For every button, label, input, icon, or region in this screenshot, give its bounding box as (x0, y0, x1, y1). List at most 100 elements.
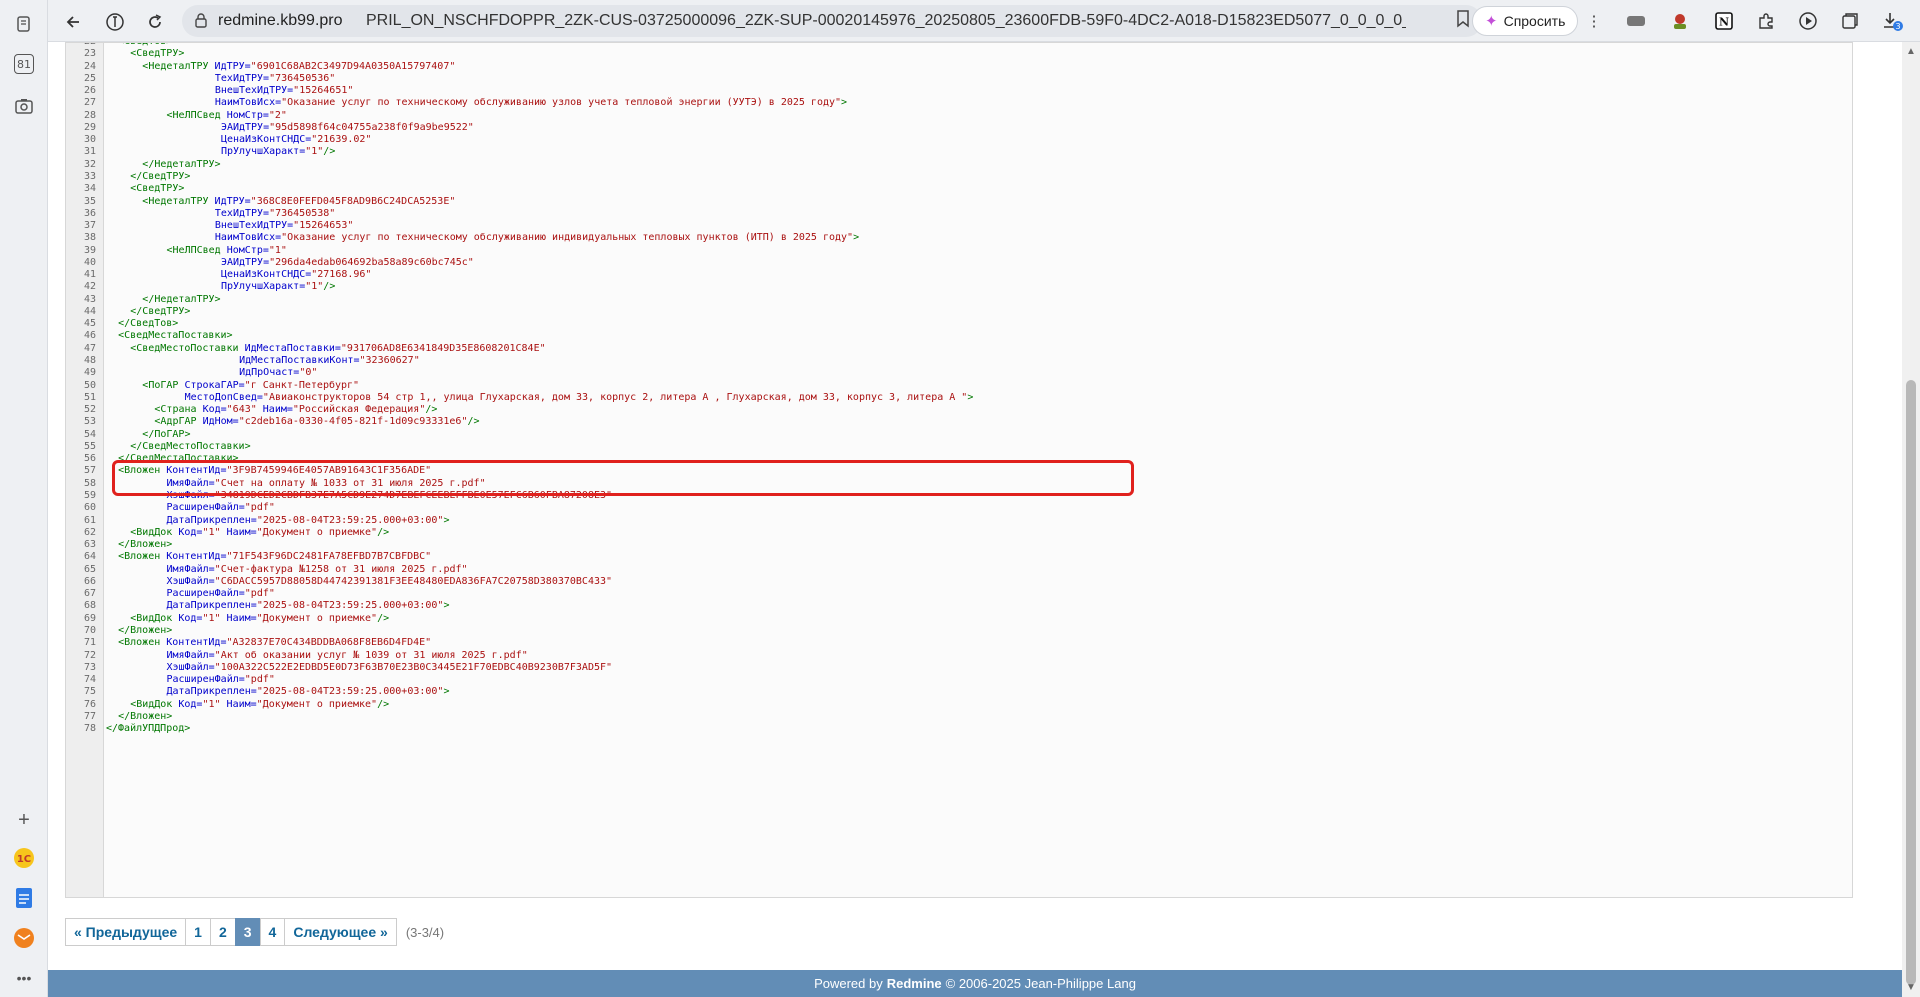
app-1c-icon[interactable]: 1С (10, 844, 38, 872)
code-line: </НедеталТРУ> (142, 159, 220, 170)
line-number: 67 (83, 588, 96, 600)
code-token: "3F9B7459946E4057AB91643C1F356ADE" (226, 465, 432, 477)
code-token: <СведТРУ> (130, 48, 185, 60)
code-line: ЦенаИзКонтСНДС="21639.02" (221, 134, 372, 145)
counter-badge-icon[interactable]: 81 (10, 50, 38, 78)
menu-dots-icon[interactable]: ⋮ (1582, 9, 1606, 33)
code-line: <СведМестоПоставки ИдМестаПоставки="9317… (130, 343, 545, 354)
line-number: 44 (83, 305, 96, 317)
browser-sidebar: 81 + 1С ••• (0, 0, 48, 997)
extension-avatar-icon[interactable] (1668, 9, 1692, 33)
code-line: НаимТовИсх="Оказание услуг по техническо… (215, 232, 859, 243)
code-token: КонтентИд= (166, 637, 227, 649)
tabs-icon[interactable] (1838, 9, 1862, 33)
code-line: <ВидДок Код="1" Наим="Документ о приемке… (130, 613, 389, 624)
redmine-link[interactable]: Redmine (887, 976, 942, 991)
line-number: 73 (83, 661, 96, 673)
code-line: </СведТРУ> (130, 171, 190, 182)
code-token: <Вложен (118, 465, 167, 477)
line-number: 45 (83, 318, 96, 330)
code-token: ХэшФайл= (166, 575, 215, 587)
docs-icon[interactable] (10, 884, 38, 912)
bookmark-icon[interactable] (1456, 10, 1470, 33)
code-line: РасширенФайл="pdf" (167, 502, 275, 513)
lock-icon[interactable] (194, 12, 210, 30)
code-line: ДатаПрикреплен="2025-08-04T23:59:25.000+… (167, 686, 450, 697)
code-token: </Вложен> (118, 539, 173, 551)
code-line: <НеЛПСвед НомСтр="1" (167, 245, 287, 256)
line-number: 24 (83, 60, 96, 72)
line-number: 23 (83, 48, 96, 60)
code-token: ДатаПрикреплен= (166, 514, 257, 526)
code-token: "21639.02" (311, 134, 372, 146)
mail-icon[interactable] (10, 924, 38, 952)
line-number: 58 (83, 477, 96, 489)
extension-grey-icon[interactable] (1624, 9, 1648, 33)
code-line: ПрУлучшХаракт="1"/> (221, 146, 335, 157)
code-token: "931706AD8E6341849D35E8608201C84E" (340, 342, 546, 354)
line-number: 68 (83, 600, 96, 612)
next-page-link[interactable]: Следующее » (284, 918, 397, 946)
scroll-up-arrow-icon[interactable]: ▲ (1906, 46, 1916, 57)
line-number: 78 (83, 723, 96, 735)
page-link-4[interactable]: 4 (259, 918, 286, 946)
line-number: 41 (83, 269, 96, 281)
code-viewer: 2223242526272829303132333435363738394041… (65, 42, 1853, 898)
code-token: </НедеталТРУ> (142, 293, 221, 305)
line-number: 29 (83, 121, 96, 133)
prev-page-link[interactable]: « Предыдущее (65, 918, 187, 946)
collections-icon[interactable] (10, 10, 38, 38)
line-number: 72 (83, 649, 96, 661)
line-number: 37 (83, 220, 96, 232)
more-icon[interactable]: ••• (10, 964, 38, 992)
page-link-2[interactable]: 2 (209, 918, 236, 946)
line-number: 77 (83, 710, 96, 722)
code-token: ИдНом= (202, 416, 239, 428)
code-token: Наим= (226, 526, 257, 538)
reload-icon[interactable] (142, 9, 168, 35)
code-line: </СведТов> (118, 318, 178, 329)
downloads-icon[interactable]: 3 (1880, 9, 1904, 33)
code-token: <ВидДок (130, 698, 179, 710)
line-number: 52 (83, 404, 96, 416)
code-token: "Счет на оплату № 1033 от 31 июля 2025 г… (214, 477, 486, 489)
add-icon[interactable]: + (10, 806, 38, 834)
code-token: Код= (178, 526, 203, 538)
line-number: 55 (83, 440, 96, 452)
code-token: Код= (202, 404, 227, 416)
line-number: 63 (83, 539, 96, 551)
code-token: /> (377, 612, 390, 624)
notion-icon[interactable]: N (1712, 9, 1736, 33)
line-number: 43 (83, 293, 96, 305)
code-line: <Вложен КонтентИд="71F543F96DC2481FA78EF… (118, 551, 431, 562)
svg-text:N: N (1719, 16, 1729, 29)
code-token: </СведТов> (118, 318, 179, 330)
scroll-down-arrow-icon[interactable]: ▼ (1906, 982, 1916, 993)
code-token: Код= (178, 698, 203, 710)
code-token: <СведТов> (118, 43, 172, 47)
code-token: <АдрГАР (154, 416, 203, 428)
yandex-icon[interactable] (102, 9, 128, 35)
sparkle-icon: ✦ (1485, 13, 1498, 30)
page-link-1[interactable]: 1 (185, 918, 211, 946)
code-line: <НедеталТРУ ИдТРУ="6901C68AB2C3497D94A03… (142, 61, 455, 72)
line-number: 64 (83, 551, 96, 563)
scrollbar[interactable]: ▲ ▼ (1902, 42, 1920, 997)
code-line: ТехИдТРУ="736450536" (215, 73, 335, 84)
code-token: "100A322C522E2EDBD5E0D73F63B70E23B0C3445… (214, 661, 613, 673)
media-play-icon[interactable] (1796, 9, 1820, 33)
address-bar[interactable]: redmine.kb99.pro PRIL_ON_NSCHFDOPPR_2ZK-… (182, 5, 1482, 37)
back-icon[interactable] (60, 9, 86, 35)
code-token: "A32837E70C434BDDBA068F8EB6D4FD4E" (226, 637, 432, 649)
line-number: 56 (83, 453, 96, 465)
code-token: "Счет-фактура №1258 от 31 июля 2025 г.pd… (214, 563, 468, 575)
scrollbar-thumb[interactable] (1906, 380, 1916, 985)
code-token: Наим= (226, 698, 257, 710)
puzzle-icon[interactable] (1754, 9, 1778, 33)
screenshot-icon[interactable] (10, 92, 38, 120)
code-token: НаимТовИсх= (214, 97, 282, 109)
code-token: ХэшФайл= (166, 661, 215, 673)
code-line: </СведМестоПоставки> (130, 441, 250, 452)
ask-button[interactable]: ✦ Спросить (1472, 6, 1579, 36)
line-number: 61 (83, 514, 96, 526)
